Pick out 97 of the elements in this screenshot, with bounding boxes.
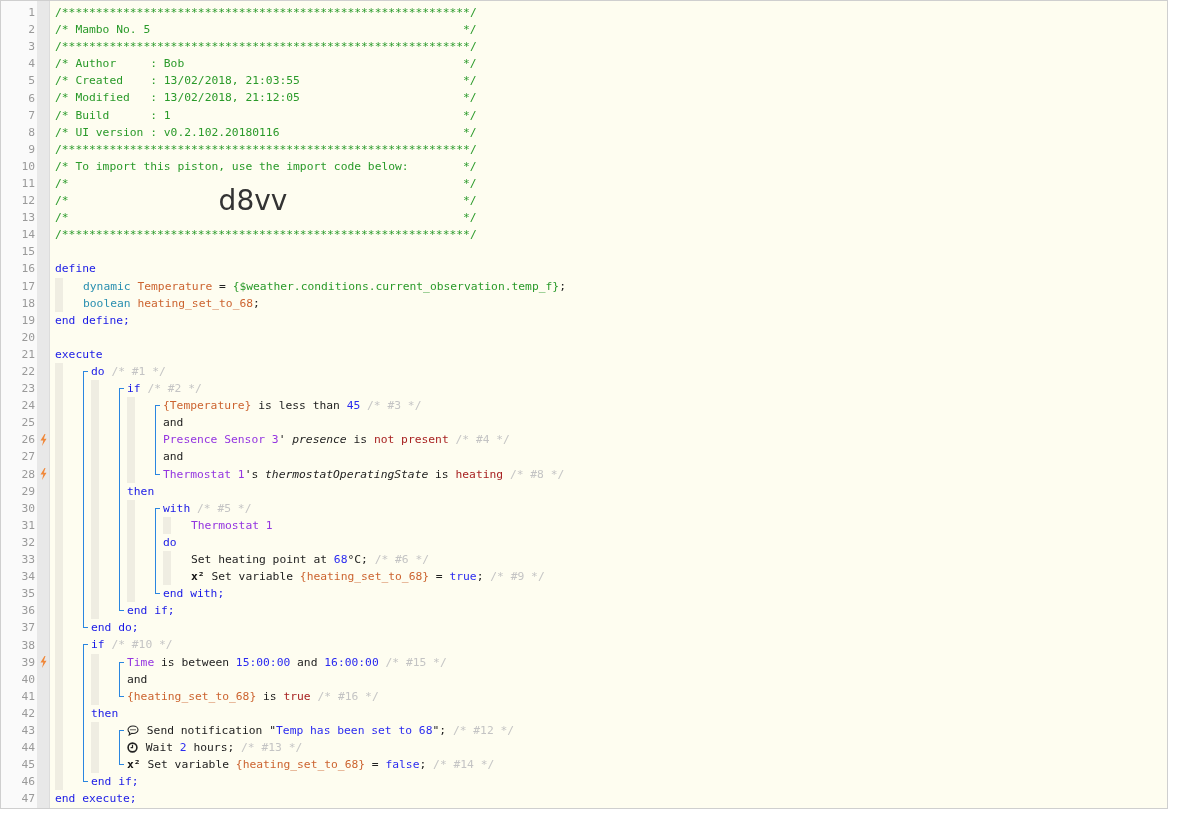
bracket-line	[119, 661, 124, 697]
line-number: 3	[27, 40, 35, 54]
line-number: 22	[20, 365, 35, 378]
code-line: with /* #5 */	[163, 500, 252, 517]
line-number: 47	[20, 792, 35, 806]
code-line: /*	[55, 193, 69, 210]
line-number: 7	[27, 108, 35, 122]
code-line: x² Set variable {heating_set_to_68} = true; /* #9 */	[191, 569, 545, 586]
line-number: 34	[20, 570, 35, 584]
line-number: 9	[27, 142, 35, 156]
line-number: 19	[20, 313, 35, 327]
line-number: 18	[20, 296, 35, 310]
line-number: 35	[20, 587, 35, 601]
code-line: if /* #2 */	[127, 381, 202, 398]
code-line: then	[127, 483, 155, 500]
line-number: 37	[20, 621, 35, 635]
code-line: /* Created : 13/02/2018, 21:03:55 */	[55, 73, 477, 90]
code-line: define	[55, 261, 96, 278]
line-number: 27	[20, 450, 35, 464]
code-line: /* Modified : 13/02/2018, 21:12:05 */	[55, 90, 477, 107]
line-number: 28	[20, 467, 35, 481]
line-number: 10	[20, 159, 35, 173]
line-number: 41	[20, 689, 35, 703]
code-line: end with;	[163, 586, 225, 603]
code-line: Time is between 15:00:00 and 16:00:00 /* #15 */	[127, 654, 447, 671]
line-number: 36	[20, 604, 35, 618]
code-line: execute	[55, 346, 103, 363]
code-line: */	[463, 193, 477, 210]
line-number: 16	[20, 262, 35, 276]
line-number: 24	[20, 399, 35, 413]
code-line: then	[91, 705, 119, 722]
line-number: 8	[27, 125, 35, 139]
code-line: and	[127, 671, 148, 688]
bracket-line	[155, 405, 160, 475]
code-line: do	[163, 534, 177, 551]
code-line: /************************************************************/	[55, 227, 477, 244]
code-line: boolean heating_set_to_68;	[83, 295, 260, 312]
code-line: /* Build : 1 */	[55, 107, 477, 124]
code-line: end if;	[91, 774, 139, 791]
code-line: /* */	[55, 210, 477, 227]
code-line: x² Set variable {heating_set_to_68} = false; /* #14 */	[127, 757, 495, 774]
code-line: end do;	[91, 620, 139, 637]
line-number: 33	[20, 553, 35, 567]
code-line: and	[163, 449, 184, 466]
code-line: {heating_set_to_68} is true /* #16 */	[127, 688, 379, 705]
line-number: 12	[20, 194, 35, 208]
line-number: 20	[20, 330, 35, 344]
line-number: 31	[20, 518, 35, 532]
bracket-line	[119, 729, 124, 766]
code-line: /* To import this piston, use the import code below: */	[55, 158, 477, 175]
line-number: 15	[20, 245, 35, 259]
line-number: 21	[20, 347, 35, 361]
line-number: 40	[20, 672, 35, 686]
line-number: 45	[20, 758, 35, 772]
line-number: 14	[20, 228, 35, 242]
line-number: 13	[20, 211, 35, 225]
line-number: 1	[27, 6, 35, 20]
code-line: if /* #10 */	[91, 637, 173, 654]
code-line: dynamic Temperature = {$weather.conditions.current_observation.temp_f};	[83, 278, 566, 295]
line-number: 42	[20, 706, 35, 720]
code-line: Thermostat 1's thermostatOperatingState is heating /* #8 */	[163, 466, 565, 483]
code-line: {Temperature} is less than 45 /* #3 */	[163, 398, 422, 415]
line-number: 43	[20, 724, 35, 737]
code-line: Wait 2 hours; /* #13 */	[144, 740, 303, 757]
code-line: and	[163, 415, 184, 432]
code-line: Set heating point at 68°C; /* #6 */	[191, 552, 430, 568]
line-number: 39	[20, 655, 35, 669]
code-line: Presence Sensor 3' presence is not present /* #4 */	[163, 432, 510, 449]
line-number: 5	[27, 74, 35, 88]
line-number: 44	[20, 741, 35, 755]
code-line: end execute;	[55, 791, 137, 808]
speech-bubble-icon	[127, 725, 139, 736]
code-line: /* Mambo No. 5 */	[55, 22, 477, 39]
line-number: 4	[27, 57, 35, 71]
code-line: Send notification "Temp has been set to 68"; /* #12 */	[145, 722, 515, 739]
line-number: 38	[20, 638, 35, 652]
line-number: 25	[20, 416, 35, 430]
line-number: 2	[27, 23, 35, 37]
line-number: 6	[27, 91, 35, 105]
code-line: /************************************************************/	[55, 39, 477, 56]
code-line: end define;	[55, 312, 130, 329]
code-line: do /* #1 */	[91, 363, 166, 380]
line-number: 29	[20, 484, 35, 498]
line-number: 11	[20, 177, 35, 190]
line-number: 32	[20, 535, 35, 549]
line-number: 30	[20, 501, 35, 515]
code-line: /************************************************************/	[55, 141, 477, 158]
code-line: end if;	[127, 603, 175, 620]
line-number: 23	[20, 382, 35, 396]
line-number: 26	[20, 433, 35, 447]
line-number: 17	[20, 279, 35, 293]
clock-icon	[127, 742, 138, 754]
code-line: /* Author : Bob */	[55, 56, 477, 73]
code-line: /************************************************************/	[55, 5, 477, 21]
code-line: /* UI version : v0.2.102.20180116 */	[55, 124, 477, 141]
line-number: 46	[20, 775, 35, 789]
code-line: Thermostat 1	[191, 517, 273, 534]
